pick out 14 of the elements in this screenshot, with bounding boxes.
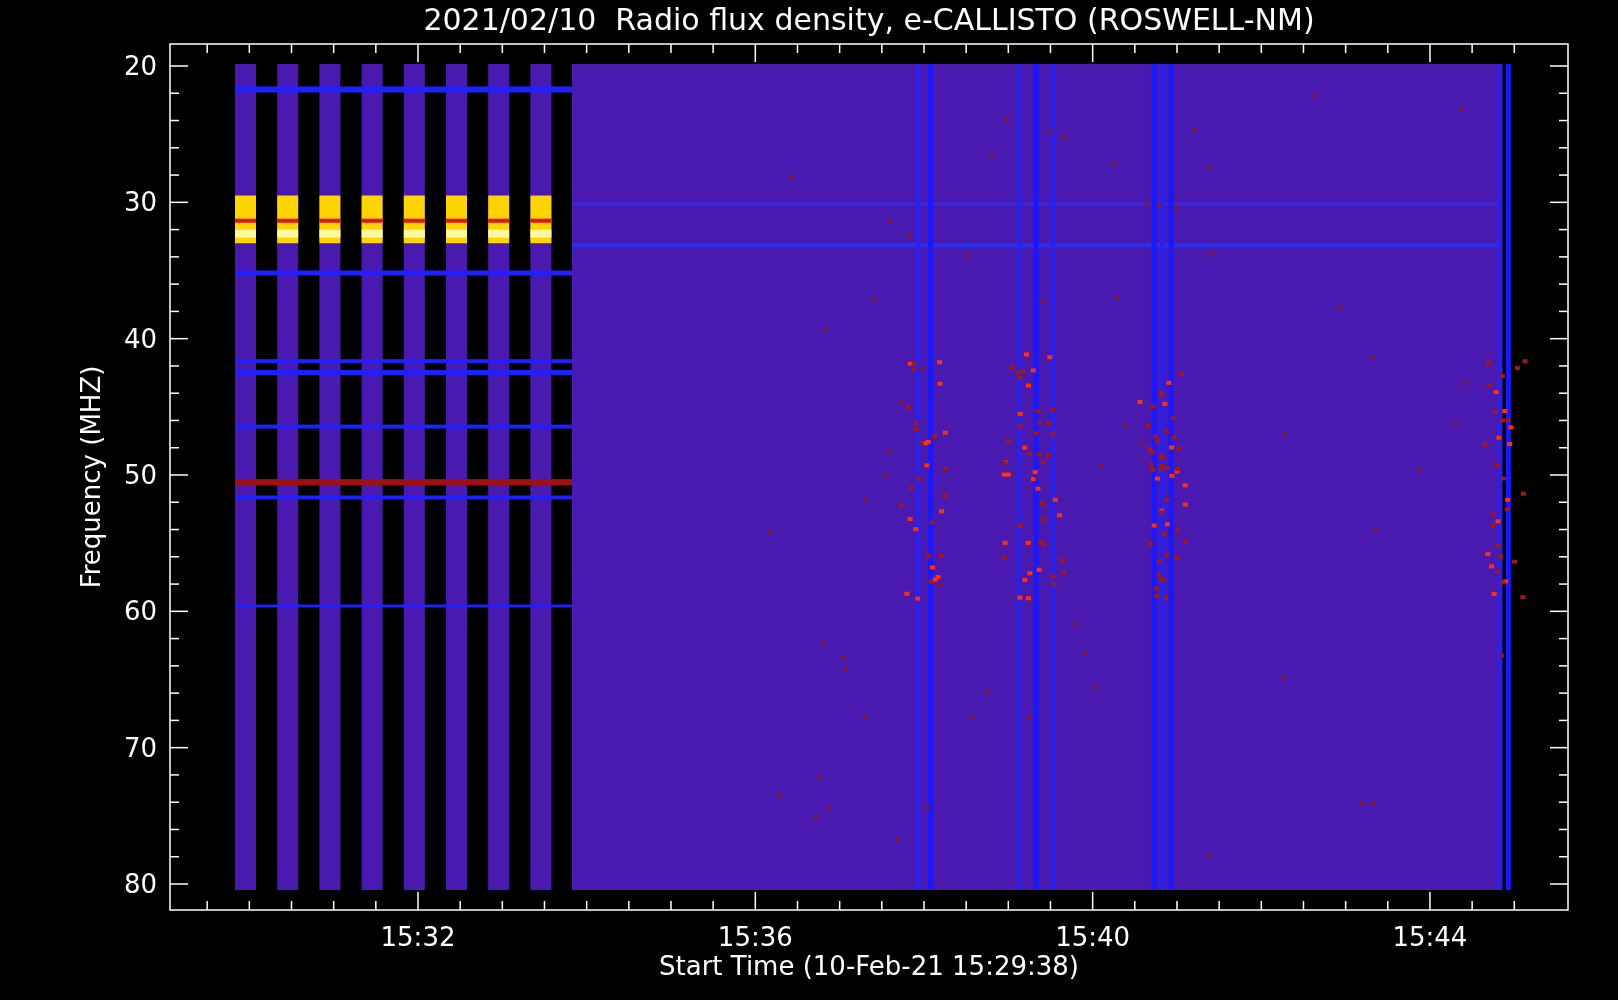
y-tick-label: 50 (123, 460, 157, 490)
y-tick-label: 40 (123, 323, 157, 354)
y-tick-label: 70 (123, 732, 157, 763)
chart-title: 2021/02/10 Radio flux density, e-CALLISTO (ROSWELL-NM) (423, 2, 1315, 37)
x-tick-label: 15:36 (717, 922, 793, 952)
y-tick-label: 20 (123, 51, 157, 81)
x-tick-label: 15:32 (380, 922, 456, 952)
y-tick-label: 80 (123, 869, 157, 899)
y-tick-label: 60 (123, 596, 157, 627)
y-axis-label: Frequency (MHZ) (76, 365, 106, 589)
y-tick-label: 30 (123, 187, 157, 218)
x-tick-label: 15:44 (1392, 922, 1468, 952)
x-tick-label: 15:40 (1055, 922, 1131, 952)
x-axis-label: Start Time (10-Feb-21 15:29:38) (659, 951, 1079, 981)
